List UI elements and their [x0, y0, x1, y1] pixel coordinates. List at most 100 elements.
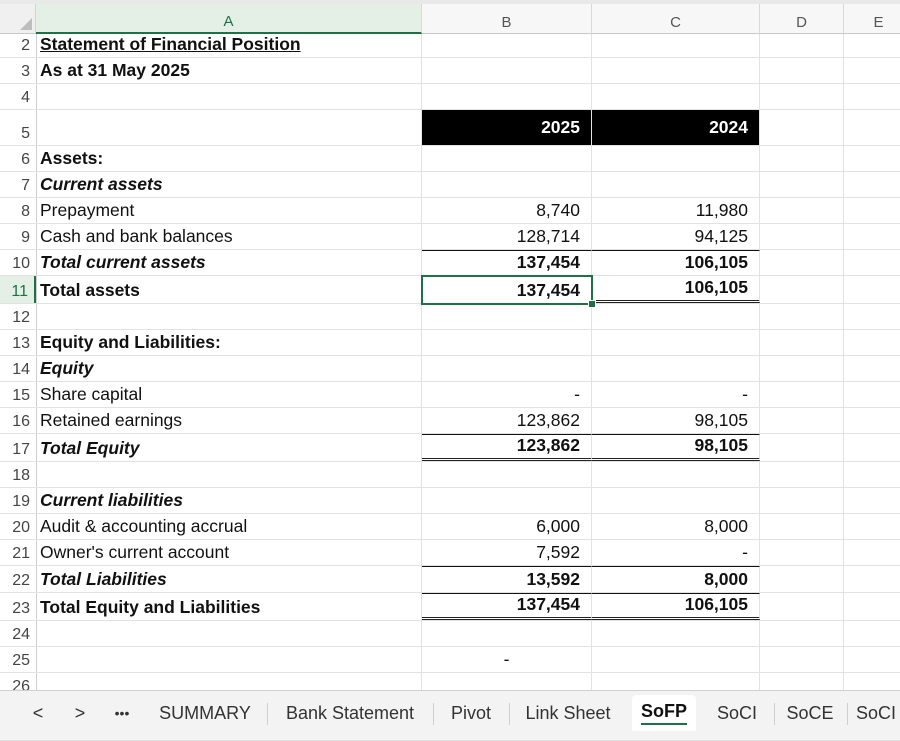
cell-b21[interactable]: 7,592: [422, 540, 592, 565]
cell-d24[interactable]: [760, 621, 844, 646]
cell-b10[interactable]: 137,454: [422, 250, 592, 275]
cell-e21[interactable]: [844, 540, 900, 565]
cell-d12[interactable]: [760, 304, 844, 329]
row-number[interactable]: 24: [0, 621, 36, 646]
cell-b19[interactable]: [422, 488, 592, 513]
cell-a4[interactable]: [36, 84, 422, 109]
cell-a10[interactable]: Total current assets: [36, 250, 422, 275]
cell-a21[interactable]: Owner's current account: [36, 540, 422, 565]
cell-e24[interactable]: [844, 621, 900, 646]
cell-d11[interactable]: [760, 276, 844, 303]
row-number[interactable]: 14: [0, 356, 36, 381]
row-number[interactable]: 18: [0, 462, 36, 487]
cell-c4[interactable]: [592, 84, 760, 109]
row-number[interactable]: 16: [0, 408, 36, 433]
tab-link-sheet[interactable]: Link Sheet: [516, 695, 620, 731]
cell-e12[interactable]: [844, 304, 900, 329]
cell-b8[interactable]: 8,740: [422, 198, 592, 223]
row-number[interactable]: 6: [0, 146, 36, 171]
cell-b26[interactable]: [422, 673, 592, 690]
tab-soci[interactable]: SoCI: [706, 695, 768, 731]
cell-d15[interactable]: [760, 382, 844, 407]
cell-b18[interactable]: [422, 462, 592, 487]
year-header-2025[interactable]: 2025: [422, 110, 592, 145]
cell-d7[interactable]: [760, 172, 844, 197]
cell-e16[interactable]: [844, 408, 900, 433]
row-number[interactable]: 12: [0, 304, 36, 329]
cell-c2[interactable]: [592, 34, 760, 57]
cell-c3[interactable]: [592, 58, 760, 83]
cell-b12[interactable]: [422, 304, 592, 329]
row-number[interactable]: 5: [0, 110, 36, 145]
column-header-a[interactable]: A: [36, 4, 422, 34]
cell-b11-selected[interactable]: 137,454: [422, 276, 592, 303]
cell-e8[interactable]: [844, 198, 900, 223]
row-number[interactable]: 2: [0, 34, 36, 57]
tab-bank-statement[interactable]: Bank Statement: [274, 695, 426, 731]
cell-c6[interactable]: [592, 146, 760, 171]
row-number[interactable]: 26: [0, 673, 36, 690]
cell-b14[interactable]: [422, 356, 592, 381]
cell-d13[interactable]: [760, 330, 844, 355]
cell-c17[interactable]: 98,105: [592, 434, 760, 461]
cell-a8[interactable]: Prepayment: [36, 198, 422, 223]
cell-c19[interactable]: [592, 488, 760, 513]
column-header-e[interactable]: E: [844, 4, 900, 34]
cell-e17[interactable]: [844, 434, 900, 461]
cell-b3[interactable]: [422, 58, 592, 83]
cell-a19[interactable]: Current liabilities: [36, 488, 422, 513]
cell-e5[interactable]: [844, 110, 900, 145]
cell-a3-subtitle[interactable]: As at 31 May 2025: [36, 58, 422, 83]
row-number[interactable]: 10: [0, 250, 36, 275]
cell-b6[interactable]: [422, 146, 592, 171]
column-header-c[interactable]: C: [592, 4, 760, 34]
cell-d5[interactable]: [760, 110, 844, 145]
row-number[interactable]: 21: [0, 540, 36, 565]
cell-a12[interactable]: [36, 304, 422, 329]
cell-a17[interactable]: Total Equity: [36, 434, 422, 461]
cell-e19[interactable]: [844, 488, 900, 513]
cell-a7-current-assets[interactable]: Current assets: [36, 172, 422, 197]
more-sheets-button[interactable]: •••: [106, 697, 138, 729]
cell-e22[interactable]: [844, 566, 900, 592]
row-number[interactable]: 13: [0, 330, 36, 355]
cell-d16[interactable]: [760, 408, 844, 433]
cell-d26[interactable]: [760, 673, 844, 690]
cell-b4[interactable]: [422, 84, 592, 109]
cell-a25[interactable]: [36, 647, 422, 672]
row-number[interactable]: 22: [0, 566, 36, 592]
cell-b7[interactable]: [422, 172, 592, 197]
row-number[interactable]: 20: [0, 514, 36, 539]
cell-b20[interactable]: 6,000: [422, 514, 592, 539]
cell-e9[interactable]: [844, 224, 900, 249]
row-number[interactable]: 15: [0, 382, 36, 407]
row-number-active[interactable]: 11: [0, 276, 36, 303]
cell-e7[interactable]: [844, 172, 900, 197]
cell-a23[interactable]: Total Equity and Liabilities: [36, 593, 422, 620]
cell-a20[interactable]: Audit & accounting accrual: [36, 514, 422, 539]
cell-c25[interactable]: [592, 647, 760, 672]
cell-e10[interactable]: [844, 250, 900, 275]
cell-c12[interactable]: [592, 304, 760, 329]
tab-pivot[interactable]: Pivot: [440, 695, 502, 731]
cell-c22[interactable]: 8,000: [592, 566, 760, 592]
cell-a6-assets[interactable]: Assets:: [36, 146, 422, 171]
cell-e11[interactable]: [844, 276, 900, 303]
cell-d8[interactable]: [760, 198, 844, 223]
cell-d2[interactable]: [760, 34, 844, 57]
row-number[interactable]: 8: [0, 198, 36, 223]
cell-a5[interactable]: [36, 110, 422, 145]
tab-soce[interactable]: SoCE: [780, 695, 840, 731]
cell-b13[interactable]: [422, 330, 592, 355]
cell-e20[interactable]: [844, 514, 900, 539]
cell-d9[interactable]: [760, 224, 844, 249]
cell-c18[interactable]: [592, 462, 760, 487]
cell-c13[interactable]: [592, 330, 760, 355]
cell-c8[interactable]: 11,980: [592, 198, 760, 223]
cell-e14[interactable]: [844, 356, 900, 381]
cell-e6[interactable]: [844, 146, 900, 171]
cell-b24[interactable]: [422, 621, 592, 646]
next-sheet-button[interactable]: >: [64, 697, 96, 729]
cell-d22[interactable]: [760, 566, 844, 592]
row-number[interactable]: 9: [0, 224, 36, 249]
